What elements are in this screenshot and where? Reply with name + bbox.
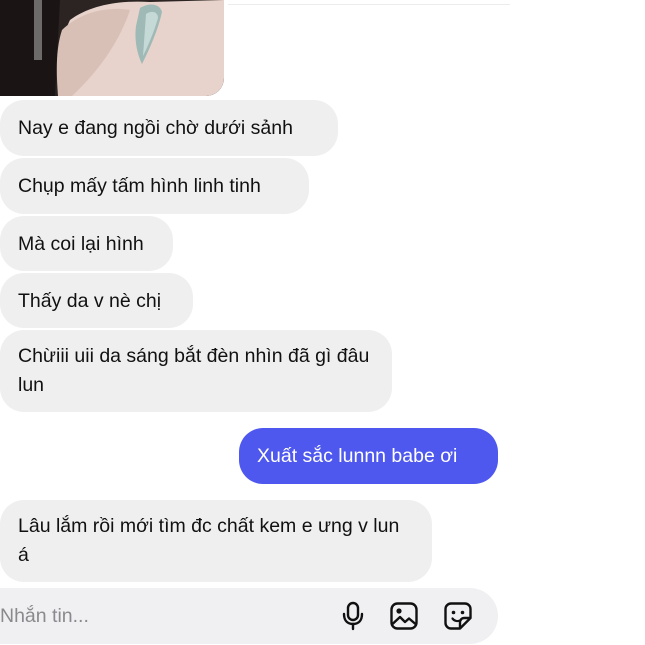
message-composer: Nhắn tin...	[0, 588, 498, 644]
gallery-icon[interactable]	[389, 601, 419, 631]
message-text: Lâu lắm rồi mới tìm đc chất kem e ưng v …	[18, 515, 400, 566]
chat-thread: Nay e đang ngồi chờ dưới sảnh Chụp mấy t…	[0, 0, 645, 645]
message-bubble-incoming[interactable]: Chừiii uii da sáng bắt đèn nhìn đã gì đâ…	[0, 330, 392, 412]
message-input[interactable]: Nhắn tin...	[0, 602, 89, 630]
shared-photo-image	[0, 0, 224, 96]
message-bubble-incoming[interactable]: Thấy da v nè chị	[0, 273, 193, 328]
message-text: Mà coi lại hình	[18, 232, 144, 255]
message-text: Chừiii uii da sáng bắt đèn nhìn đã gì đâ…	[18, 345, 370, 396]
message-text: Xuất sắc lunnn babe ơi	[257, 445, 458, 467]
microphone-icon[interactable]	[338, 601, 368, 631]
message-text: Thấy da v nè chị	[18, 289, 162, 312]
message-bubble-incoming[interactable]: Mà coi lại hình	[0, 216, 173, 271]
message-text: Nay e đang ngồi chờ dưới sảnh	[18, 117, 293, 139]
message-bubble-outgoing[interactable]: Xuất sắc lunnn babe ơi	[239, 428, 498, 484]
sticker-icon[interactable]	[443, 601, 473, 631]
message-text: Chụp mấy tấm hình linh tinh	[18, 175, 261, 197]
message-bubble-incoming[interactable]: Nay e đang ngồi chờ dưới sảnh	[0, 100, 338, 156]
shared-photo[interactable]	[0, 0, 224, 96]
message-bubble-incoming[interactable]: Lâu lắm rồi mới tìm đc chất kem e ưng v …	[0, 500, 432, 582]
divider	[228, 4, 510, 5]
message-bubble-incoming[interactable]: Chụp mấy tấm hình linh tinh	[0, 158, 309, 214]
